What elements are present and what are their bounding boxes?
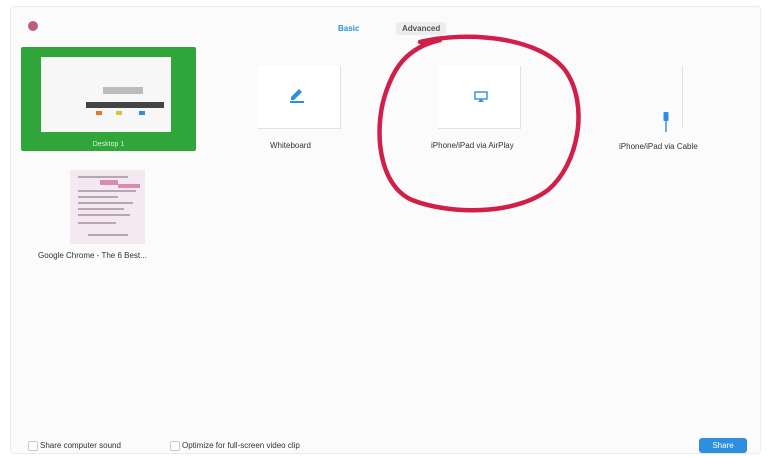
thumbnail-highlight	[118, 184, 140, 188]
thumbnail-text-line	[78, 222, 116, 224]
airplay-label: iPhone/iPad via AirPlay	[431, 141, 514, 150]
share-button[interactable]: Share	[699, 438, 747, 453]
thumbnail-dot	[139, 111, 145, 115]
tab-bar: Basic Advanced	[0, 22, 769, 38]
desktop-thumbnail	[41, 57, 171, 132]
source-tile-cable[interactable]	[600, 66, 683, 132]
thumbnail-text-line	[78, 208, 124, 210]
tab-advanced[interactable]: Advanced	[396, 22, 447, 35]
source-tile-desktop[interactable]: Desktop 1	[21, 47, 196, 151]
thumbnail-text-line	[88, 234, 128, 236]
share-sound-label: Share computer sound	[40, 441, 121, 450]
thumbnail-text-line	[78, 176, 128, 178]
chrome-label: Google Chrome - The 6 Best...	[38, 251, 147, 260]
thumbnail-dot	[116, 111, 122, 115]
optimize-video-checkbox[interactable]	[170, 441, 180, 451]
tab-basic[interactable]: Basic	[332, 22, 365, 35]
airplay-icon	[474, 91, 488, 102]
optimize-video-label: Optimize for full-screen video clip	[182, 441, 300, 450]
thumbnail-text-line	[78, 190, 136, 192]
thumbnail-text-line	[78, 214, 130, 216]
thumbnail-text-line	[78, 202, 133, 204]
thumbnail-highlight	[100, 180, 118, 185]
thumbnail-menu-bar	[86, 102, 164, 108]
source-tile-whiteboard[interactable]	[258, 66, 341, 129]
thumbnail-text-line	[78, 196, 118, 198]
source-tile-chrome[interactable]	[70, 170, 145, 244]
source-tile-airplay[interactable]	[438, 66, 521, 129]
share-sound-checkbox[interactable]	[28, 441, 38, 451]
cable-icon	[663, 112, 669, 132]
thumbnail-dot	[96, 111, 102, 115]
whiteboard-label: Whiteboard	[270, 141, 311, 150]
pencil-icon	[290, 89, 304, 103]
desktop-label: Desktop 1	[92, 141, 125, 148]
cable-label: iPhone/iPad via Cable	[619, 142, 698, 151]
thumbnail-title-bar	[103, 87, 143, 94]
